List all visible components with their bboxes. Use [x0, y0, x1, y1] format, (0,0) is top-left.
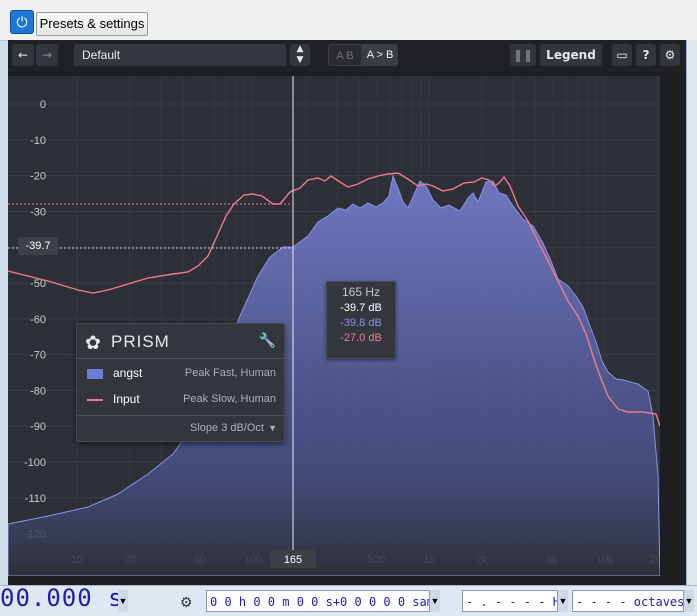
legend-series-mode: Peak Fast, Human [184, 367, 276, 379]
chevron-down-icon[interactable]: ▼ [268, 423, 277, 433]
legend-button[interactable]: Legend [540, 44, 602, 66]
preset-up-down-icon[interactable]: ▲ ▼ [290, 44, 310, 66]
power-icon[interactable]: ⏻ [10, 10, 34, 34]
wrench-icon[interactable]: 🔧 [259, 332, 276, 349]
tooltip-freq: 165 Hz [341, 285, 381, 299]
db-tick-label: -10 [30, 135, 46, 147]
host-right-frame [686, 40, 697, 585]
db-axis: 0-10-20-30-40-50-60-70-80-90-100-110-120 [24, 99, 46, 541]
input-swatch [87, 399, 103, 401]
plugin-toolbar: ← → Default ▲ ▼ A B A > B ❚❚ Legend ▭ ? ⚙ [8, 40, 686, 72]
tooltip-angst-db: -39.8 dB [340, 317, 382, 329]
db-tick-label: -70 [30, 350, 46, 362]
help-button[interactable]: ? [636, 44, 656, 66]
presets-settings-button[interactable]: Presets & settings [36, 12, 148, 36]
cursor-freq-label: 165 [284, 554, 302, 566]
db-tick-label: -80 [30, 385, 46, 397]
cursor-tooltip: 165 Hz -39.7 dB -39.8 dB -27.0 dB [326, 281, 396, 359]
chevron-down-icon[interactable]: ▼ [118, 590, 128, 612]
db-tick-label: -30 [30, 206, 46, 218]
chevron-down-icon[interactable]: ▼ [558, 590, 568, 612]
tooltip-input-db: -27.0 dB [340, 332, 382, 344]
a-to-b-button[interactable]: A > B [362, 44, 398, 66]
time-display: 00.000 s [0, 584, 124, 612]
tooltip-primary-db: -39.7 dB [340, 302, 382, 314]
db-tick-label: -60 [30, 314, 46, 326]
hz-display[interactable]: - . - - - - Hz [462, 590, 558, 612]
prism-logo-icon: ✿ [85, 333, 101, 354]
octaves-display[interactable]: - - - - octaves [572, 590, 684, 612]
gear-icon[interactable]: ⚙ [180, 594, 193, 611]
db-tick-label: 0 [40, 99, 46, 111]
host-top-bar: ⏻ Presets & settings [0, 0, 697, 41]
ab-compare-group: A B A > B [328, 44, 398, 66]
legend-row-angst[interactable]: angst Peak Fast, Human [77, 362, 284, 386]
slope-selector[interactable]: Slope 3 dB/Oct [190, 422, 264, 434]
legend-panel: ✿ PRISM 🔧 angst Peak Fast, Human Input P… [76, 323, 285, 442]
legend-brand: PRISM [111, 332, 170, 351]
db-tick-label: -110 [25, 493, 46, 505]
ab-button[interactable]: A B [328, 44, 362, 66]
db-tick-label: -90 [30, 421, 46, 433]
legend-series-name: Input [113, 392, 140, 406]
back-arrow-icon[interactable]: ← [12, 44, 34, 66]
chevron-down-icon[interactable]: ▼ [684, 590, 694, 612]
samples-display[interactable]: 0 0 h 0 0 m 0 0 s+0 0 0 0 0 samples [206, 590, 430, 612]
db-tick-label: -100 [24, 457, 46, 469]
forward-arrow-icon[interactable]: → [36, 44, 58, 66]
angst-swatch [87, 369, 103, 379]
legend-series-name: angst [113, 366, 143, 380]
pause-icon[interactable]: ❚❚ [510, 44, 536, 66]
legend-divider [77, 415, 284, 416]
legend-series-mode: Peak Slow, Human [183, 393, 276, 405]
cursor-db-readout: -39.7 [18, 237, 58, 255]
chevron-down-icon[interactable]: ▼ [430, 590, 440, 612]
monitor-icon[interactable]: ▭ [612, 44, 632, 66]
legend-divider [77, 358, 284, 359]
gear-icon[interactable]: ⚙ [660, 44, 680, 66]
legend-row-input[interactable]: Input Peak Slow, Human [77, 388, 284, 412]
db-tick-label: -20 [30, 171, 46, 183]
preset-name-field[interactable]: Default [74, 44, 286, 66]
